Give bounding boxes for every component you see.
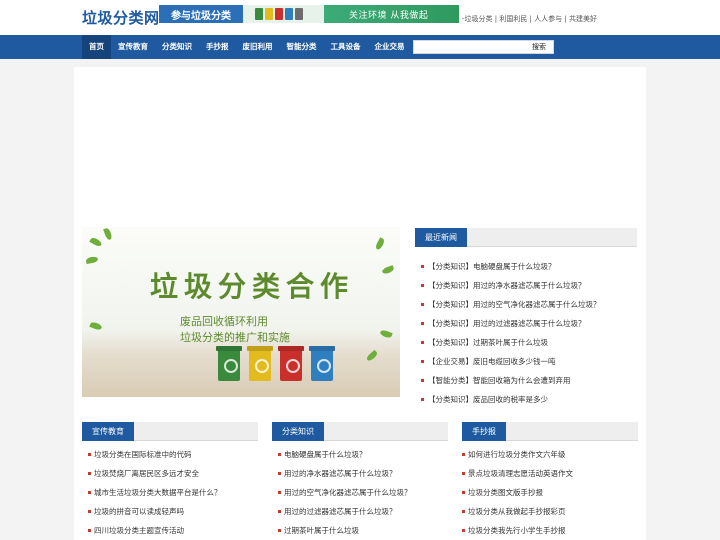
latest-news-list: 【分类知识】电脑硬盘属于什么垃圾？ 【分类知识】用过的净水器滤芯属于什么垃圾？ …: [420, 257, 601, 409]
list-item[interactable]: 用过的空气净化器滤芯属于什么垃圾？: [278, 483, 412, 502]
news-item[interactable]: 【分类知识】过期茶叶属于什么垃圾: [420, 333, 601, 352]
education-column-header: 宣传教育: [82, 422, 258, 441]
nav-item-education[interactable]: 宣传教育: [111, 35, 155, 59]
nav-item-tools[interactable]: 工具设备: [324, 35, 368, 59]
knowledge-column-header: 分类知识: [272, 422, 448, 441]
nav-item-knowledge[interactable]: 分类知识: [155, 35, 199, 59]
banner-text-secondary: 关注环境 从我做起: [349, 11, 429, 21]
site-logo[interactable]: 垃圾分类网: [82, 7, 160, 28]
leaf-icon: [374, 237, 386, 251]
site-header: 垃圾分类网 参与垃圾分类 关注环境 从我做起 -垃圾分类 | 利国利民 | 人人…: [0, 0, 720, 35]
search-box: 搜索: [413, 40, 554, 54]
newspaper-column-title[interactable]: 手抄报: [462, 422, 506, 441]
list-item[interactable]: 如何进行垃圾分类作文六年级: [462, 445, 573, 464]
red-bin-icon: [280, 349, 302, 381]
yellow-bin-icon: [249, 349, 271, 381]
slide-title: 垃圾分类合作: [150, 270, 355, 303]
header-slogan: -垃圾分类 | 利国利民 | 人人参与 | 共建美好: [462, 15, 597, 23]
nav-item-handwritten-newspaper[interactable]: 手抄报: [199, 35, 236, 59]
search-button[interactable]: 搜索: [525, 41, 553, 53]
knowledge-column-list: 电脑硬盘属于什么垃圾？ 用过的净水器滤芯属于什么垃圾？ 用过的空气净化器滤芯属于…: [278, 445, 412, 540]
list-item[interactable]: 垃圾分类图文版手抄报: [462, 483, 573, 502]
list-item[interactable]: 用过的过滤器滤芯属于什么垃圾？: [278, 502, 412, 521]
list-item[interactable]: 垃圾焚烧厂离居民区多远才安全: [88, 464, 222, 483]
nav-item-trade[interactable]: 企业交易: [368, 35, 412, 59]
news-item[interactable]: 【分类知识】用过的过滤器滤芯属于什么垃圾？: [420, 314, 601, 333]
news-item[interactable]: 【企业交易】废旧电缆回收多少钱一吨: [420, 352, 601, 371]
green-bin-icon: [218, 349, 240, 381]
education-column-title[interactable]: 宣传教育: [82, 422, 134, 441]
list-item[interactable]: 用过的净水器滤芯属于什么垃圾？: [278, 464, 412, 483]
main-nav: 首页 宣传教育 分类知识 手抄报 废旧利用 智能分类 工具设备 企业交易: [0, 35, 720, 59]
latest-news-header: 最近新闻: [415, 228, 637, 247]
news-item[interactable]: 【分类知识】用过的空气净化器滤芯属于什么垃圾？: [420, 295, 601, 314]
newspaper-column-list: 如何进行垃圾分类作文六年级 景点垃圾清理志愿活动英语作文 垃圾分类图文版手抄报 …: [462, 445, 573, 540]
list-item[interactable]: 电脑硬盘属于什么垃圾？: [278, 445, 412, 464]
latest-news-title: 最近新闻: [415, 228, 467, 247]
news-item[interactable]: 【分类知识】用过的净水器滤芯属于什么垃圾？: [420, 276, 601, 295]
nav-item-home[interactable]: 首页: [82, 35, 111, 59]
slide-subtitle-2: 垃圾分类的推广和实施: [180, 331, 290, 344]
leaf-icon: [381, 265, 395, 275]
blue-bin-icon: [311, 349, 333, 381]
search-input[interactable]: [414, 41, 526, 53]
list-item[interactable]: 城市生活垃圾分类大数据平台是什么？: [88, 483, 222, 502]
news-item[interactable]: 【智能分类】智能回收箱为什么会遭到弃用: [420, 371, 601, 390]
leaf-icon: [89, 236, 103, 248]
list-item[interactable]: 景点垃圾清理志愿活动英语作文: [462, 464, 573, 483]
nav-item-recycling[interactable]: 废旧利用: [236, 35, 280, 59]
nav-item-smart-sorting[interactable]: 智能分类: [280, 35, 324, 59]
leaf-icon: [379, 329, 393, 339]
list-item[interactable]: 过期茶叶属于什么垃圾: [278, 521, 412, 540]
list-item[interactable]: 垃圾分类从我做起手抄报彩页: [462, 502, 573, 521]
news-item[interactable]: 【分类知识】电脑硬盘属于什么垃圾？: [420, 257, 601, 276]
leaf-icon: [365, 349, 379, 363]
leaf-icon: [85, 256, 99, 264]
leaf-icon: [89, 321, 103, 331]
leaf-icon: [103, 227, 113, 241]
list-item[interactable]: 垃圾的拼音可以读成轻声吗: [88, 502, 222, 521]
header-banner[interactable]: 参与垃圾分类 关注环境 从我做起: [159, 5, 459, 23]
list-item[interactable]: 垃圾分类我先行小学生手抄报: [462, 521, 573, 540]
knowledge-column-title[interactable]: 分类知识: [272, 422, 324, 441]
news-item[interactable]: 【分类知识】废品回收的税率是多少: [420, 390, 601, 409]
banner-text-primary: 参与垃圾分类: [171, 11, 231, 22]
hero-slideshow[interactable]: 垃圾分类合作 废品回收循环利用 垃圾分类的推广和实施: [82, 227, 400, 397]
newspaper-column-header: 手抄报: [462, 422, 638, 441]
banner-bins-icon: [255, 8, 303, 20]
education-column-list: 垃圾分类在国际标准中的代码 垃圾焚烧厂离居民区多远才安全 城市生活垃圾分类大数据…: [88, 445, 222, 540]
list-item[interactable]: 四川垃圾分类主题宣传活动: [88, 521, 222, 540]
slide-subtitle-1: 废品回收循环利用: [180, 315, 268, 328]
list-item[interactable]: 垃圾分类在国际标准中的代码: [88, 445, 222, 464]
